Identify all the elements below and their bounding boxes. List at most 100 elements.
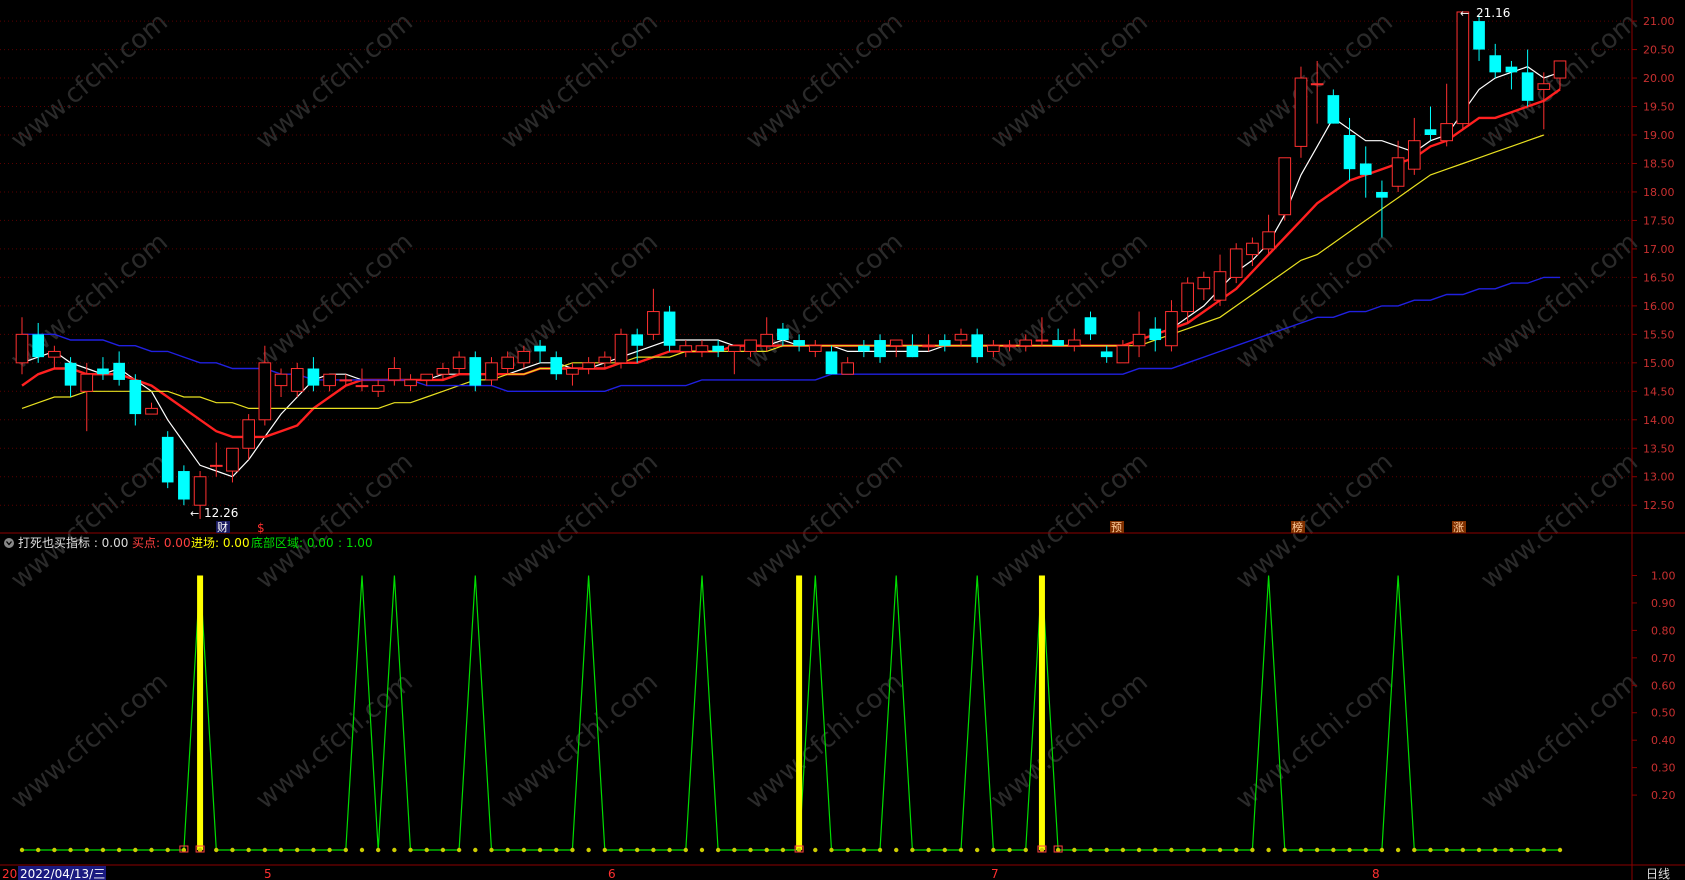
price-tick-label: 16.50 bbox=[1643, 271, 1675, 284]
candle-body bbox=[1181, 282, 1194, 313]
candle-body bbox=[1229, 248, 1243, 278]
indicator-dot bbox=[1347, 847, 1352, 853]
candle-body bbox=[1343, 135, 1356, 170]
candle-body bbox=[728, 345, 741, 352]
candle-body bbox=[858, 345, 870, 352]
event-marker-dollar[interactable]: $ bbox=[257, 521, 265, 535]
indicator-dot bbox=[618, 847, 624, 853]
candle[interactable] bbox=[663, 305, 676, 352]
candle[interactable] bbox=[1229, 243, 1243, 284]
candle-body bbox=[938, 340, 951, 346]
indicator-dot bbox=[894, 847, 899, 853]
candle-body bbox=[906, 345, 919, 358]
enter-signal-bar[interactable] bbox=[197, 575, 204, 850]
candle-body bbox=[793, 340, 805, 346]
indicator-dot bbox=[667, 847, 672, 853]
candle-body bbox=[1035, 339, 1049, 342]
low-arrow-icon: ← bbox=[190, 507, 199, 520]
indicator-dot bbox=[764, 847, 769, 853]
month-marker-7: 7 bbox=[991, 867, 999, 880]
candle-body bbox=[161, 436, 174, 483]
indicator-tick-label: 0.90 bbox=[1651, 597, 1676, 610]
event-marker-ranking[interactable]: 榜 bbox=[1292, 520, 1303, 534]
indicator-enter-value: 进场: 0.00 bbox=[191, 536, 250, 550]
event-marker-limit-up[interactable]: 涨 bbox=[1453, 521, 1464, 534]
candle[interactable] bbox=[469, 351, 482, 392]
candle-body bbox=[1294, 77, 1308, 147]
indicator-dot bbox=[699, 847, 705, 853]
indicator-dot bbox=[958, 847, 964, 853]
candle-body bbox=[32, 334, 45, 358]
candle[interactable] bbox=[178, 465, 190, 506]
candle-body bbox=[1100, 351, 1113, 358]
indicator-dot bbox=[813, 847, 818, 853]
indicator-tick-label: 0.40 bbox=[1651, 734, 1676, 747]
candle-body bbox=[825, 351, 838, 375]
indicator-dot bbox=[133, 847, 138, 853]
candle-body bbox=[178, 471, 190, 500]
candle-body bbox=[874, 340, 886, 358]
indicator-dot bbox=[295, 847, 300, 853]
enter-signal-bar[interactable] bbox=[1038, 575, 1045, 850]
enter-signal-bar[interactable] bbox=[796, 575, 803, 850]
indicator-dot bbox=[456, 847, 462, 853]
indicator-dot bbox=[683, 847, 688, 853]
indicator-dot bbox=[214, 847, 219, 853]
indicator-bottom-value: 底部区域: 0.00 bbox=[251, 535, 334, 550]
indicator-dot bbox=[1023, 847, 1028, 853]
indicator-dot bbox=[1234, 847, 1239, 853]
indicator-dot bbox=[1136, 847, 1142, 853]
indicator-dot bbox=[327, 847, 332, 853]
candle-body bbox=[469, 357, 482, 386]
candle[interactable] bbox=[1294, 66, 1308, 158]
indicator-dot bbox=[715, 847, 721, 853]
candle-body bbox=[1440, 123, 1454, 142]
candle-body bbox=[1116, 345, 1130, 364]
candle-body bbox=[679, 345, 693, 352]
candle-body bbox=[1456, 11, 1470, 125]
period-label[interactable]: 日线 bbox=[1646, 867, 1670, 880]
month-marker-8: 8 bbox=[1372, 867, 1380, 880]
candle[interactable] bbox=[1456, 11, 1470, 130]
indicator-tick-label: 0.60 bbox=[1651, 679, 1676, 692]
indicator-dot bbox=[1379, 847, 1385, 853]
candle-body bbox=[517, 350, 531, 364]
candle-body bbox=[1473, 21, 1485, 50]
indicator-dot bbox=[149, 847, 154, 853]
candle[interactable] bbox=[1278, 157, 1292, 221]
indicator-tick-label: 0.30 bbox=[1651, 762, 1676, 775]
date-label[interactable]: 2022/04/13/三 bbox=[20, 867, 105, 880]
candle-body bbox=[808, 345, 822, 352]
event-marker-forecast[interactable]: 预 bbox=[1111, 521, 1122, 534]
candle-body bbox=[631, 334, 644, 346]
candle-body bbox=[1278, 157, 1292, 216]
indicator-dot bbox=[829, 847, 834, 853]
price-tick-label: 19.00 bbox=[1643, 129, 1675, 142]
collapse-icon[interactable] bbox=[4, 538, 14, 548]
indicator-extra-value: : 1.00 bbox=[338, 536, 373, 550]
candle-body bbox=[1084, 317, 1097, 335]
candle-body bbox=[582, 362, 595, 370]
candle-body bbox=[971, 334, 984, 358]
indicator-tick-label: 0.50 bbox=[1651, 707, 1676, 720]
price-tick-label: 20.00 bbox=[1643, 72, 1675, 85]
indicator-dot bbox=[1331, 847, 1336, 853]
candle-body bbox=[1553, 60, 1567, 79]
candle[interactable] bbox=[161, 431, 174, 489]
indicator-dot bbox=[489, 847, 494, 853]
indicator-dot bbox=[1088, 847, 1093, 853]
event-marker-finance[interactable]: 财 bbox=[217, 520, 228, 534]
candle-body bbox=[534, 345, 546, 352]
candle[interactable] bbox=[614, 328, 628, 369]
indicator-dot bbox=[35, 847, 41, 853]
high-arrow-icon: ← bbox=[1460, 7, 1469, 20]
indicator-dot bbox=[375, 847, 381, 853]
candle-body bbox=[889, 339, 903, 347]
candle-body bbox=[1052, 340, 1064, 346]
candle-body bbox=[987, 345, 1000, 352]
candle-body bbox=[777, 328, 789, 341]
candle-body bbox=[436, 368, 450, 375]
candle-body bbox=[1262, 231, 1275, 250]
price-tick-label: 21.00 bbox=[1643, 15, 1675, 28]
indicator-dot bbox=[1525, 847, 1530, 853]
